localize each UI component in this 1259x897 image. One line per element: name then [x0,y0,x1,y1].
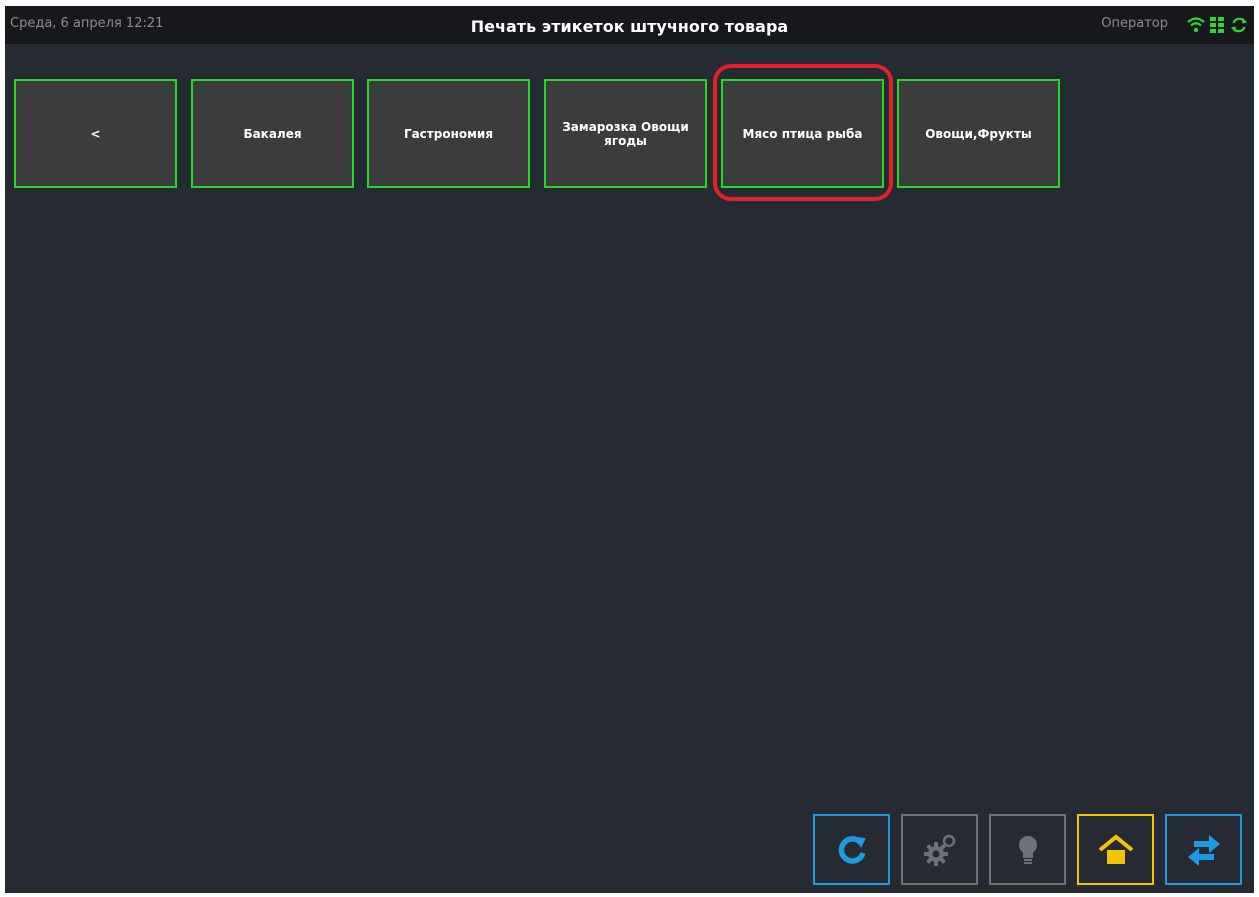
refresh-icon [835,833,869,867]
category-label: Замарозка Овощи ягоды [562,119,689,148]
settings-button[interactable] [901,814,978,885]
home-icon [1096,832,1136,868]
sync-icon [1229,15,1249,35]
category-button-ovoshchi[interactable]: Овощи,Фрукты [897,79,1060,188]
lightbulb-icon [1013,832,1043,868]
operator-label: Оператор [1101,16,1168,31]
category-button-bakaleya[interactable]: Бакалея [191,79,354,188]
category-button-zamorozka[interactable]: Замарозка Овощи ягоды [544,79,707,188]
category-label: Мясо птица рыба [742,126,863,141]
category-label: Гастрономия [403,126,494,141]
top-bar: Среда, 6 апреля 12:21 Печать этикеток шт… [5,6,1254,44]
category-button-gastronomiya[interactable]: Гастрономия [367,79,530,188]
category-label: Бакалея [243,126,302,141]
light-button[interactable] [989,814,1066,885]
category-back-label: < [90,126,101,141]
home-button[interactable] [1077,814,1154,885]
category-back-button[interactable]: < [14,79,177,188]
page-title: Печать этикеток штучного товара [470,17,789,36]
network-icon [1207,15,1227,35]
category-button-myaso[interactable]: Мясо птица рыба [721,79,884,188]
switch-button[interactable] [1165,814,1242,885]
app-screen: Среда, 6 апреля 12:21 Печать этикеток шт… [5,6,1254,893]
category-label: Овощи,Фрукты [925,126,1032,141]
settings-icon [922,832,958,868]
wifi-icon [1186,15,1206,35]
swap-icon [1185,832,1223,868]
refresh-button[interactable] [813,814,890,885]
